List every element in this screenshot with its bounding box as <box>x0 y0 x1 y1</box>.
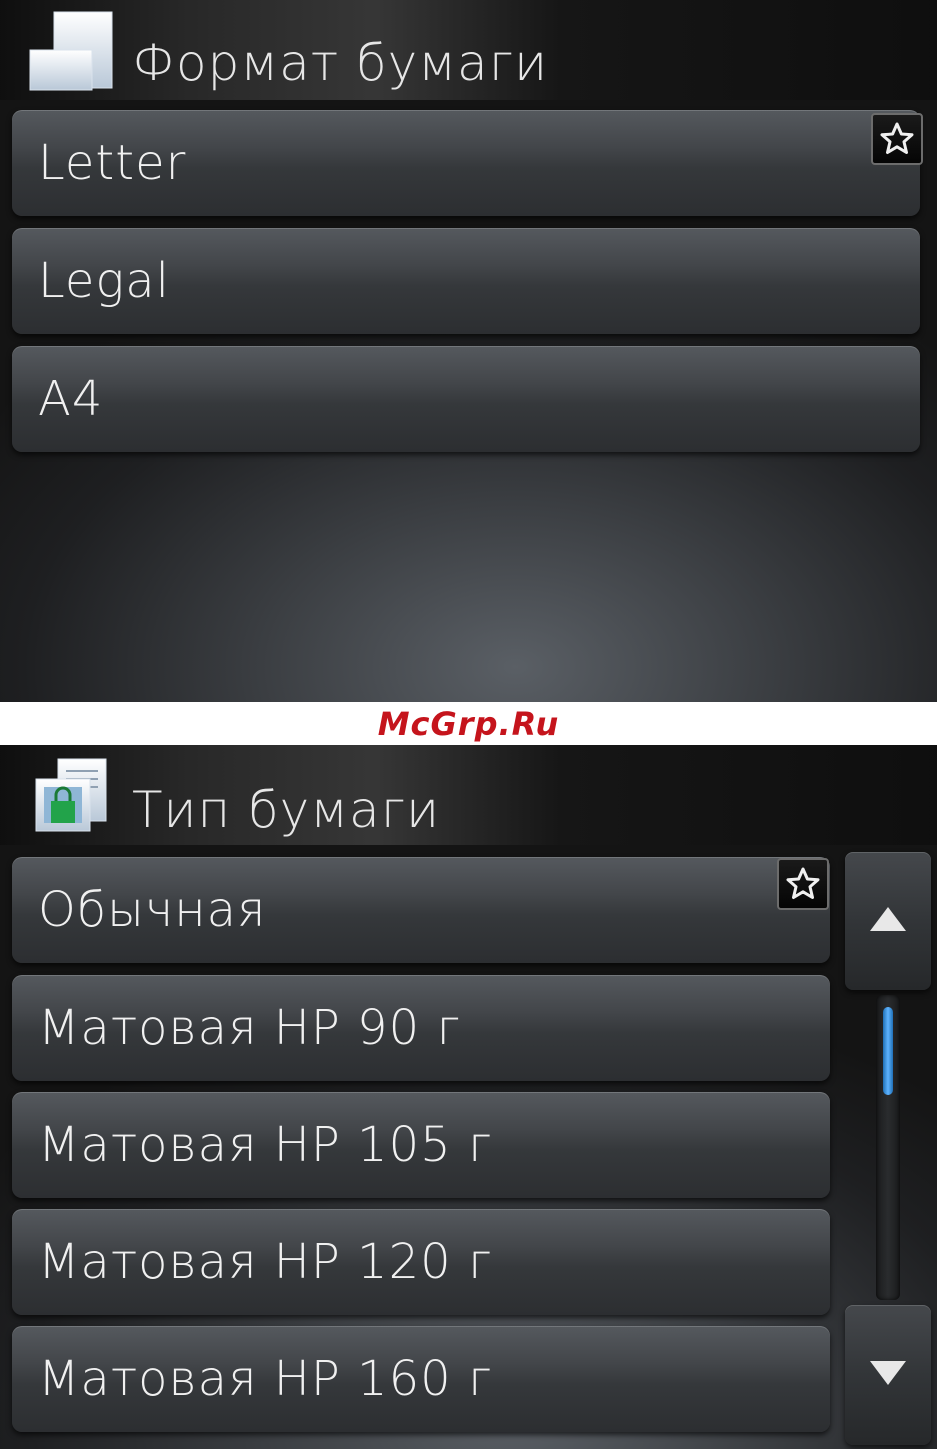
option-label: Обычная <box>38 882 267 938</box>
option-label: A4 <box>38 371 104 427</box>
star-icon[interactable] <box>871 113 923 165</box>
paper-size-option-letter[interactable]: Letter <box>12 110 920 216</box>
paper-size-screen: Формат бумаги Letter Legal A4 <box>0 0 937 702</box>
arrow-up-icon <box>868 905 908 937</box>
star-icon[interactable] <box>777 858 829 910</box>
paper-type-option-matte-120[interactable]: Матовая HP 120 г <box>12 1209 830 1315</box>
option-label: Матовая HP 160 г <box>38 1351 493 1407</box>
paper-type-option-matte-105[interactable]: Матовая HP 105 г <box>12 1092 830 1198</box>
scrollbar-thumb[interactable] <box>883 1007 893 1095</box>
paper-size-icon <box>28 10 116 96</box>
watermark: McGrp.Ru <box>377 704 560 743</box>
option-label: Матовая HP 90 г <box>38 1000 461 1056</box>
option-label: Матовая HP 120 г <box>38 1234 493 1290</box>
page-title: Формат бумаги <box>132 34 549 92</box>
paper-type-option-plain[interactable]: Обычная <box>12 857 830 963</box>
scrollbar-track[interactable] <box>876 995 900 1300</box>
arrow-down-icon <box>868 1359 908 1391</box>
option-label: Legal <box>38 253 170 309</box>
option-label: Letter <box>38 135 187 191</box>
paper-type-screen: Тип бумаги Обычная Матовая HP 90 г Матов… <box>0 745 937 1449</box>
scroll-down-button[interactable] <box>845 1305 931 1445</box>
scroll-up-button[interactable] <box>845 852 931 990</box>
paper-type-option-matte-160[interactable]: Матовая HP 160 г <box>12 1326 830 1432</box>
paper-size-option-legal[interactable]: Legal <box>12 228 920 334</box>
paper-type-option-matte-90[interactable]: Матовая HP 90 г <box>12 975 830 1081</box>
option-label: Матовая HP 105 г <box>38 1117 493 1173</box>
paper-type-icon <box>34 757 110 837</box>
page-title: Тип бумаги <box>132 781 441 839</box>
paper-size-option-a4[interactable]: A4 <box>12 346 920 452</box>
